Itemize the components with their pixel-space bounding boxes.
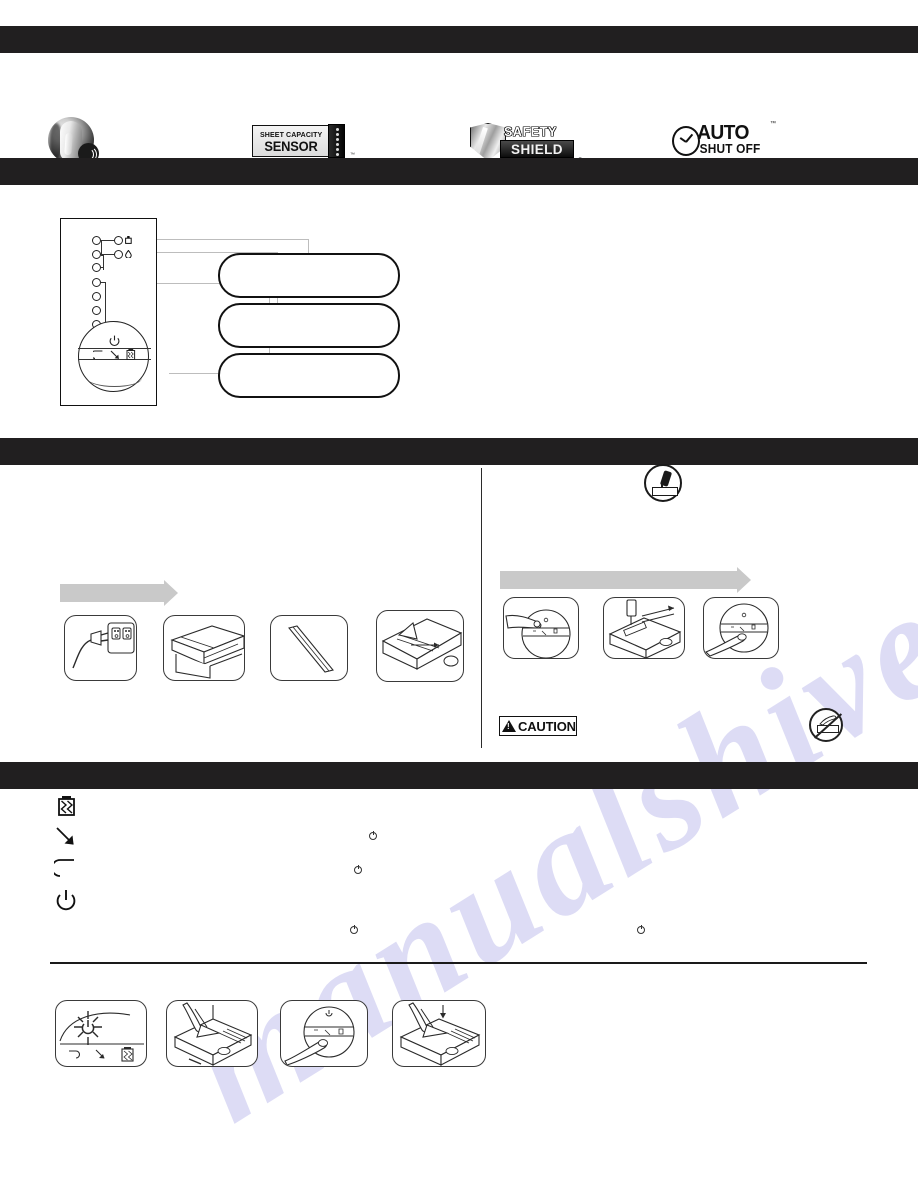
- sheet-capacity-sensor-logo: SHEET CAPACITY SENSOR ™: [252, 124, 355, 158]
- auto-shut-off-line2: SHUT OFF: [699, 142, 761, 156]
- control-panel-bar: [0, 158, 918, 185]
- ts-step-reinsert-paper: [392, 1000, 486, 1067]
- advanced-operation-banner: [500, 567, 751, 593]
- reverse-arc-icon[interactable]: [93, 350, 104, 360]
- callout-1-text: [220, 255, 398, 267]
- led-bin-full: [114, 236, 123, 245]
- step-plug-in: [64, 615, 137, 681]
- inline-power-icon: [369, 830, 377, 840]
- led-indicator: [92, 263, 101, 272]
- ts-step-remove-paper: [166, 1000, 258, 1067]
- ts-step-indicator-flashing: [55, 1000, 147, 1067]
- power-icon[interactable]: [109, 335, 120, 347]
- led-indicator: [92, 278, 101, 287]
- section-divider: [50, 962, 867, 964]
- auto-shut-off-trademark: ™: [770, 121, 776, 127]
- auto-shut-off-logo: AUTO SHUT OFF ™: [672, 121, 784, 159]
- led-indicator: [92, 306, 101, 315]
- capacity-gauge-icon: [328, 124, 345, 158]
- inline-power-icon: [350, 924, 358, 934]
- feature-logo-row: SHEET CAPACITY SENSOR ™ SAFETY SHIELD ®: [0, 57, 918, 164]
- step-press-power: [503, 597, 579, 659]
- diagonal-arrow-icon: [56, 827, 74, 845]
- step-check-paper: [270, 615, 348, 681]
- ts-step-press-reverse: [280, 1000, 368, 1067]
- clock-icon: [672, 126, 700, 156]
- callout-3: [218, 353, 400, 398]
- scs-line2: SENSOR: [264, 137, 318, 154]
- step-insert-media: [603, 597, 685, 659]
- led-indicator: [92, 292, 101, 301]
- mode-dial[interactable]: [78, 321, 151, 392]
- power-icon: [56, 890, 76, 911]
- led-indicator: [92, 250, 101, 259]
- warning-triangle-icon: [502, 720, 516, 732]
- instruction-sheet-page: manualshive.com SHEET CAPACITY SENSOR ™ …: [0, 0, 918, 1188]
- led-overheat: [114, 250, 123, 259]
- reverse-arc-icon: [54, 859, 74, 877]
- capabilities-bar: [0, 26, 918, 53]
- troubleshooting-bar: [0, 762, 918, 789]
- inline-power-icon: [354, 864, 362, 874]
- dial-divider: [78, 348, 151, 350]
- step-press-mode: [703, 597, 779, 659]
- basic-operation-banner: [60, 580, 178, 606]
- callout-3-text: [220, 355, 398, 367]
- diagonal-arrow-icon[interactable]: [110, 350, 121, 360]
- caution-label: CAUTION: [518, 718, 576, 734]
- no-hands-in-slot-icon: [809, 708, 843, 742]
- operation-bar: [0, 438, 918, 465]
- callout-1: [218, 253, 400, 298]
- bin-full-icon: [125, 236, 132, 244]
- step-place-unit: [163, 615, 245, 681]
- bin-shred-icon: [58, 796, 75, 816]
- step-feed-paper: [376, 610, 464, 682]
- safety-shield-line2: SHIELD: [511, 141, 563, 157]
- inline-power-icon: [637, 924, 645, 934]
- oil-shredder-icon: [644, 464, 682, 502]
- callout-2-text: [220, 305, 398, 317]
- safety-shield-logo: SAFETY SHIELD ®: [470, 123, 582, 163]
- bin-shred-icon[interactable]: [126, 349, 136, 360]
- column-divider: [481, 468, 483, 748]
- control-panel-face: [60, 218, 157, 406]
- caution-badge: CAUTION: [499, 716, 577, 736]
- overheat-icon: [125, 250, 132, 258]
- safety-shield-line1: SAFETY: [504, 125, 557, 139]
- led-indicator: [92, 236, 101, 245]
- callout-2: [218, 303, 400, 348]
- dial-bottom-arc: [87, 369, 142, 387]
